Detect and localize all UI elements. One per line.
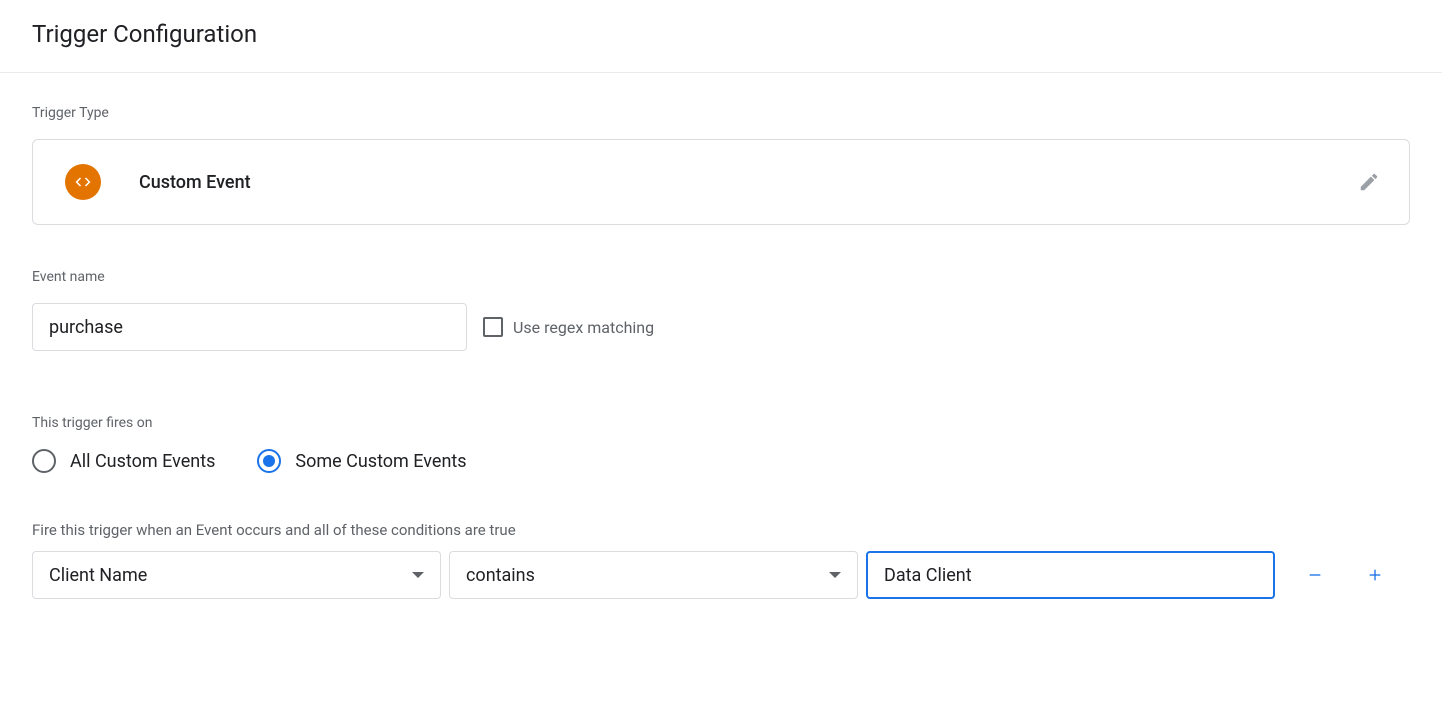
radio-label: Some Custom Events (295, 451, 466, 472)
radio-all-custom-events[interactable]: All Custom Events (32, 449, 215, 473)
condition-row: Client Name contains (32, 551, 1410, 599)
radio-icon (257, 449, 281, 473)
remove-condition-button[interactable] (1295, 555, 1335, 595)
chevron-down-icon (412, 572, 424, 578)
condition-variable-select[interactable]: Client Name (32, 551, 441, 599)
add-condition-button[interactable] (1355, 555, 1395, 595)
regex-checkbox[interactable] (483, 317, 503, 337)
radio-icon (32, 449, 56, 473)
condition-value-input[interactable] (866, 551, 1275, 599)
edit-trigger-type-button[interactable] (1349, 162, 1389, 202)
minus-icon (1307, 567, 1323, 583)
regex-checkbox-label: Use regex matching (513, 318, 654, 337)
chevron-down-icon (829, 572, 841, 578)
radio-some-custom-events[interactable]: Some Custom Events (257, 449, 466, 473)
pencil-icon (1358, 171, 1380, 193)
conditions-help-text: Fire this trigger when an Event occurs a… (32, 521, 1410, 539)
event-name-label: Event name (32, 269, 1410, 285)
condition-operator-select[interactable]: contains (449, 551, 858, 599)
trigger-type-name: Custom Event (139, 172, 1349, 193)
select-value: Client Name (49, 565, 412, 586)
trigger-type-card[interactable]: Custom Event (32, 139, 1410, 225)
event-name-input[interactable] (32, 303, 467, 351)
custom-event-icon (65, 164, 101, 200)
trigger-type-label: Trigger Type (32, 105, 1410, 121)
select-value: contains (466, 565, 829, 586)
fires-on-label: This trigger fires on (32, 415, 1410, 431)
page-title: Trigger Configuration (32, 20, 1410, 48)
plus-icon (1367, 567, 1383, 583)
radio-label: All Custom Events (70, 451, 215, 472)
